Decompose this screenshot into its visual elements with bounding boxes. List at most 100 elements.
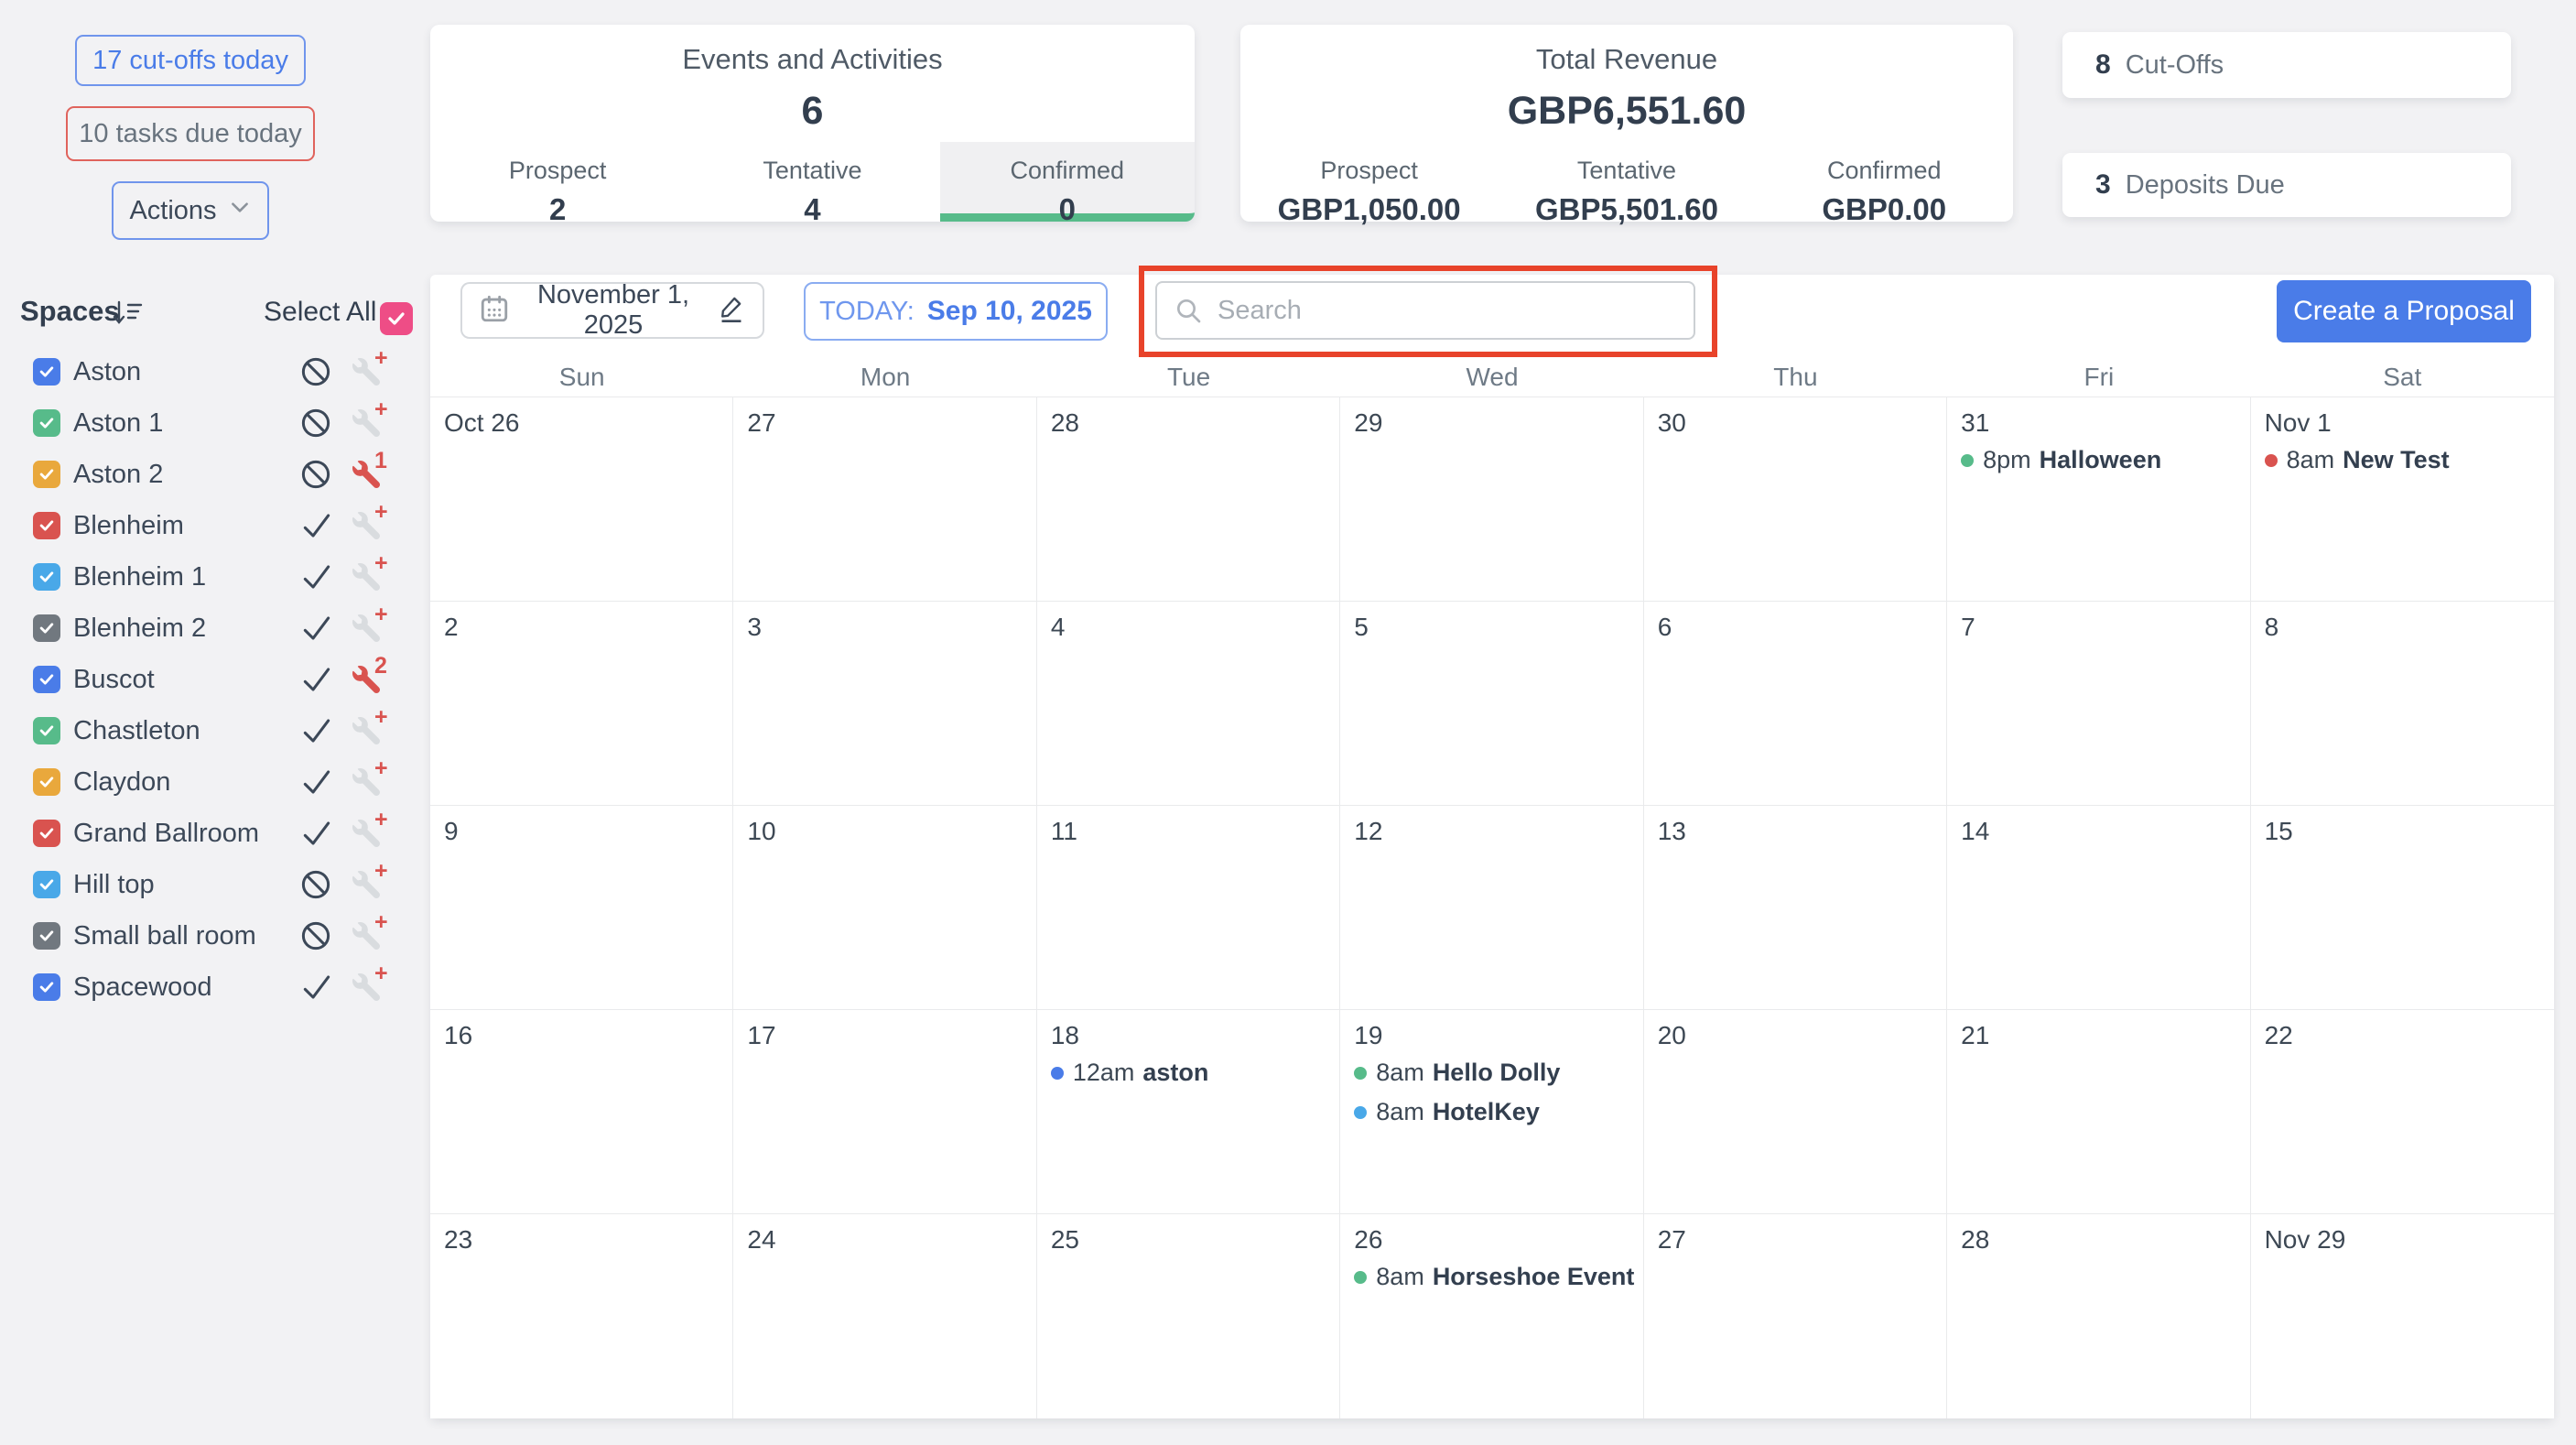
search-input[interactable] bbox=[1155, 281, 1695, 340]
events-prospect-tab[interactable]: Prospect 2 bbox=[430, 142, 685, 222]
space-checkbox[interactable] bbox=[33, 871, 60, 898]
calendar-cell[interactable]: 28 bbox=[1037, 397, 1340, 602]
calendar-cell[interactable]: 10 bbox=[733, 806, 1036, 1010]
calendar-cell[interactable]: 21 bbox=[1947, 1010, 2250, 1214]
space-checkbox[interactable] bbox=[33, 512, 60, 539]
calendar-cell[interactable]: 14 bbox=[1947, 806, 2250, 1010]
tasks-due-button[interactable]: 10 tasks due today bbox=[66, 106, 315, 161]
wrench-badge: 2 bbox=[374, 653, 387, 679]
calendar-cell[interactable]: 13 bbox=[1644, 806, 1947, 1010]
ban-icon[interactable] bbox=[298, 457, 333, 492]
event-item[interactable]: 8amHello Dolly bbox=[1354, 1056, 1637, 1090]
edit-pencil-icon[interactable] bbox=[717, 293, 746, 329]
calendar-cell[interactable]: 198amHello Dolly8amHotelKey bbox=[1340, 1010, 1643, 1214]
wrench-icon[interactable]: + bbox=[352, 717, 382, 746]
cell-date: 9 bbox=[444, 817, 727, 846]
ban-icon[interactable] bbox=[298, 354, 333, 389]
wrench-icon[interactable]: + bbox=[352, 358, 382, 387]
space-checkbox[interactable] bbox=[33, 461, 60, 488]
event-item[interactable]: 8amNew Test bbox=[2265, 443, 2549, 477]
space-checkbox[interactable] bbox=[33, 820, 60, 847]
check-icon[interactable] bbox=[298, 508, 333, 543]
check-icon[interactable] bbox=[298, 713, 333, 748]
events-confirmed-tab[interactable]: Confirmed 0 bbox=[940, 142, 1195, 222]
calendar-cell[interactable]: 17 bbox=[733, 1010, 1036, 1214]
calendar-cell[interactable]: 8 bbox=[2251, 602, 2554, 806]
space-checkbox[interactable] bbox=[33, 358, 60, 386]
ban-icon[interactable] bbox=[298, 867, 333, 902]
calendar-cell[interactable]: 27 bbox=[733, 397, 1036, 602]
cutoffs-summary-card[interactable]: 8 Cut-Offs bbox=[2062, 32, 2511, 98]
event-name: aston bbox=[1142, 1059, 1208, 1087]
calendar-cell[interactable]: 20 bbox=[1644, 1010, 1947, 1214]
event-item[interactable]: 8amHotelKey bbox=[1354, 1095, 1637, 1129]
calendar-cell[interactable]: 18 12amaston bbox=[1037, 1010, 1340, 1214]
space-checkbox[interactable] bbox=[33, 666, 60, 693]
calendar-cell[interactable]: 7 bbox=[1947, 602, 2250, 806]
wrench-icon[interactable]: + bbox=[352, 563, 382, 592]
space-checkbox[interactable] bbox=[33, 614, 60, 642]
space-checkbox[interactable] bbox=[33, 768, 60, 796]
event-item[interactable]: 8pmHalloween bbox=[1961, 443, 2244, 477]
sort-spaces-icon[interactable] bbox=[112, 299, 143, 332]
check-icon[interactable] bbox=[298, 662, 333, 697]
space-checkbox[interactable] bbox=[33, 973, 60, 1001]
calendar-cell[interactable]: 16 bbox=[430, 1010, 733, 1214]
calendar-cell[interactable]: Nov 29 bbox=[2251, 1214, 2554, 1418]
calendar-cell[interactable]: 318pmHalloween bbox=[1947, 397, 2250, 602]
ban-icon[interactable] bbox=[298, 406, 333, 440]
calendar-cell[interactable]: Oct 26 bbox=[430, 397, 733, 602]
calendar-cell[interactable]: 5 bbox=[1340, 602, 1643, 806]
check-icon[interactable] bbox=[298, 816, 333, 851]
wrench-icon[interactable]: + bbox=[352, 871, 382, 900]
select-all-checkbox[interactable] bbox=[380, 302, 413, 335]
calendar-cell[interactable]: 268amHorseshoe Event bbox=[1340, 1214, 1643, 1418]
check-icon[interactable] bbox=[298, 765, 333, 799]
space-checkbox[interactable] bbox=[33, 563, 60, 591]
event-item[interactable]: 8amHorseshoe Event bbox=[1354, 1260, 1637, 1294]
calendar-date-picker[interactable]: November 1, 2025 bbox=[460, 282, 764, 339]
event-time: 8am bbox=[1376, 1263, 1424, 1291]
calendar-cell[interactable]: 4 bbox=[1037, 602, 1340, 806]
calendar-cell[interactable]: 28 bbox=[1947, 1214, 2250, 1418]
calendar-cell[interactable]: 22 bbox=[2251, 1010, 2554, 1214]
calendar-cell[interactable]: 24 bbox=[733, 1214, 1036, 1418]
ban-icon[interactable] bbox=[298, 918, 333, 953]
calendar-cell[interactable]: 12 bbox=[1340, 806, 1643, 1010]
calendar-cell[interactable]: 27 bbox=[1644, 1214, 1947, 1418]
event-item[interactable]: 12amaston bbox=[1051, 1056, 1334, 1090]
calendar-cell[interactable]: 2 bbox=[430, 602, 733, 806]
wrench-icon[interactable]: + bbox=[352, 768, 382, 798]
calendar-cell[interactable]: Nov 18amNew Test bbox=[2251, 397, 2554, 602]
calendar-cell[interactable]: 15 bbox=[2251, 806, 2554, 1010]
calendar-cell[interactable]: 25 bbox=[1037, 1214, 1340, 1418]
space-checkbox[interactable] bbox=[33, 922, 60, 950]
check-icon[interactable] bbox=[298, 560, 333, 594]
cell-date: 18 bbox=[1051, 1021, 1334, 1050]
wrench-icon[interactable]: 2 bbox=[352, 666, 382, 695]
space-checkbox[interactable] bbox=[33, 717, 60, 744]
today-button[interactable]: TODAY: Sep 10, 2025 bbox=[804, 282, 1108, 341]
check-icon[interactable] bbox=[298, 611, 333, 646]
wrench-icon[interactable]: + bbox=[352, 512, 382, 541]
calendar-cell[interactable]: 6 bbox=[1644, 602, 1947, 806]
wrench-icon[interactable]: + bbox=[352, 820, 382, 849]
check-icon[interactable] bbox=[298, 970, 333, 1005]
calendar-cell[interactable]: 29 bbox=[1340, 397, 1643, 602]
space-checkbox[interactable] bbox=[33, 409, 60, 437]
wrench-icon[interactable]: + bbox=[352, 614, 382, 644]
wrench-icon[interactable]: + bbox=[352, 973, 382, 1003]
deposits-summary-card[interactable]: 3 Deposits Due bbox=[2062, 153, 2511, 217]
wrench-icon[interactable]: + bbox=[352, 922, 382, 951]
calendar-cell[interactable]: 30 bbox=[1644, 397, 1947, 602]
events-tentative-tab[interactable]: Tentative 4 bbox=[685, 142, 939, 222]
cutoffs-today-button[interactable]: 17 cut-offs today bbox=[75, 35, 306, 86]
calendar-cell[interactable]: 3 bbox=[733, 602, 1036, 806]
wrench-icon[interactable]: + bbox=[352, 409, 382, 439]
calendar-cell[interactable]: 11 bbox=[1037, 806, 1340, 1010]
create-proposal-button[interactable]: Create a Proposal bbox=[2277, 280, 2531, 342]
wrench-icon[interactable]: 1 bbox=[352, 461, 382, 490]
calendar-cell[interactable]: 23 bbox=[430, 1214, 733, 1418]
actions-dropdown-button[interactable]: Actions bbox=[112, 181, 269, 240]
calendar-cell[interactable]: 9 bbox=[430, 806, 733, 1010]
